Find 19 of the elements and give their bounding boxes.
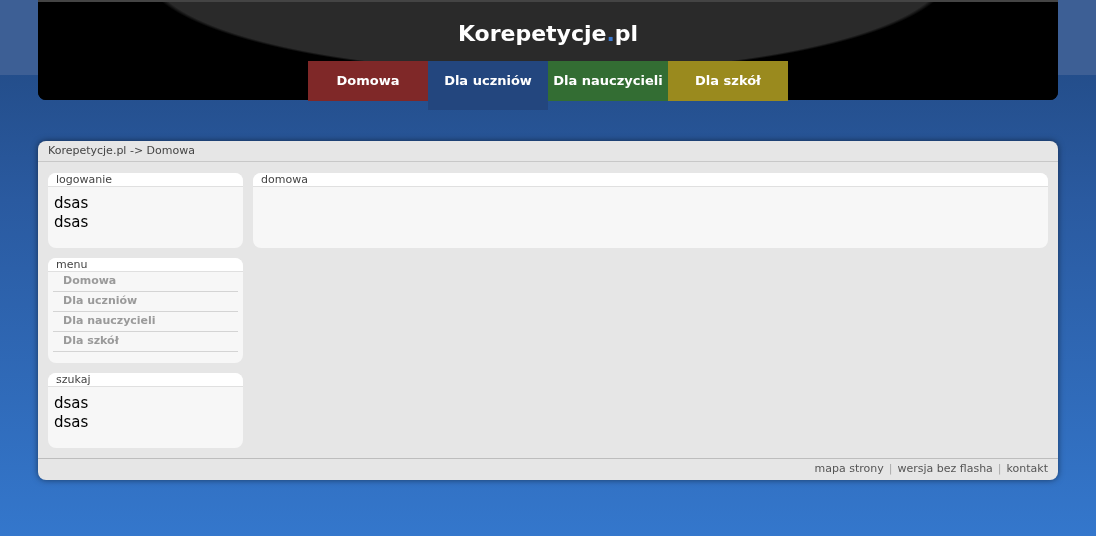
site-logo[interactable]: Korepetycje.pl <box>457 20 639 48</box>
box-text: dsas <box>54 394 90 413</box>
box-title: szukaj <box>56 374 91 385</box>
box-title: logowanie <box>56 174 113 185</box>
box-title: menu <box>56 259 88 270</box>
nav-tab[interactable]: Dla nauczycieli <box>548 61 668 101</box>
nav-tab[interactable]: Domowa <box>308 61 428 101</box>
breadcrumb: Korepetycje.pl -> Domowa <box>48 142 195 159</box>
footer-link[interactable]: wersja bez flasha <box>897 461 993 478</box>
footer-link[interactable]: kontakt <box>1006 461 1048 478</box>
box-text: dsas <box>54 194 90 213</box>
footer-separator: | <box>888 461 893 478</box>
box-title: domowa <box>261 174 308 185</box>
box-text: dsas <box>54 213 90 232</box>
box-text: dsas <box>54 413 90 432</box>
nav-tab[interactable]: Dla szkół <box>668 61 788 101</box>
footer-link[interactable]: mapa strony <box>814 461 884 478</box>
nav-tab[interactable]: Dla uczniów <box>428 61 548 110</box>
footer-separator: | <box>997 461 1002 478</box>
